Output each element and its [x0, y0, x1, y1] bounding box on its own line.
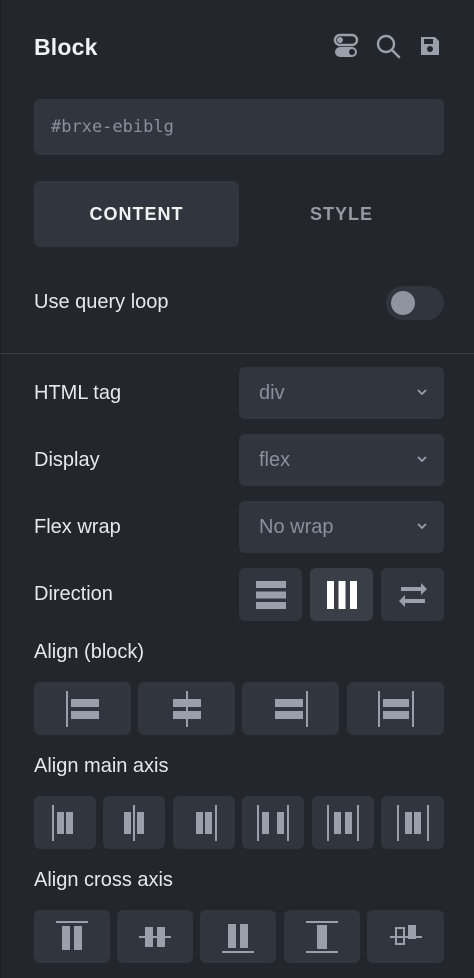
align-block-left-button[interactable] — [34, 682, 131, 735]
block-panel: Block #brxe-ebiblg CONTENT STYLE Use que… — [0, 0, 474, 978]
main-axis-end-button[interactable] — [173, 796, 235, 849]
align-cross-axis-label: Align cross axis — [34, 869, 173, 891]
panel-tabs: CONTENT STYLE — [34, 181, 444, 247]
html-tag-select[interactable]: div — [239, 367, 444, 419]
flex-wrap-value: No wrap — [259, 516, 334, 538]
html-tag-value: div — [259, 382, 285, 404]
space-between-icon — [257, 804, 289, 841]
align-block-stretch-button[interactable] — [347, 682, 444, 735]
cross-axis-end-button[interactable] — [200, 910, 276, 963]
cross-axis-start-button[interactable] — [34, 910, 110, 963]
save-icon[interactable] — [416, 32, 444, 60]
align-stretch-icon — [377, 690, 414, 727]
align-block-center-button[interactable] — [138, 682, 235, 735]
align-left-icon — [65, 690, 99, 727]
direction-row-icon — [326, 580, 357, 609]
chevron-down-icon — [417, 456, 427, 463]
align-items-stretch-icon — [306, 920, 338, 953]
justify-end-icon — [196, 804, 217, 841]
panel-header: Block — [34, 28, 444, 70]
display-select[interactable]: flex — [239, 434, 444, 486]
cross-axis-stretch-button[interactable] — [284, 910, 360, 963]
html-tag-label: HTML tag — [34, 382, 122, 404]
justify-start-icon — [52, 804, 73, 841]
main-axis-space-between-button[interactable] — [242, 796, 304, 849]
query-loop-label: Use query loop — [34, 291, 169, 313]
direction-label: Direction — [34, 583, 113, 605]
space-evenly-icon — [396, 804, 429, 841]
panel-border — [0, 0, 1, 978]
space-around-icon — [327, 804, 359, 841]
search-icon[interactable] — [374, 32, 402, 60]
align-main-axis-label: Align main axis — [34, 755, 169, 777]
align-items-start-icon — [56, 920, 88, 950]
toggle-knob — [391, 291, 415, 315]
align-block-right-button[interactable] — [242, 682, 339, 735]
main-axis-space-around-button[interactable] — [312, 796, 374, 849]
css-id-field[interactable]: #brxe-ebiblg — [34, 99, 444, 155]
direction-row-button[interactable] — [310, 568, 373, 621]
main-axis-center-button[interactable] — [103, 796, 165, 849]
tab-style[interactable]: STYLE — [239, 181, 444, 247]
chevron-down-icon — [417, 523, 427, 530]
align-items-center-icon — [139, 926, 171, 947]
toggle-icon[interactable] — [332, 32, 360, 60]
reverse-icon — [398, 582, 427, 607]
direction-column-icon — [255, 580, 286, 609]
query-loop-toggle[interactable] — [386, 286, 444, 320]
align-block-label: Align (block) — [34, 641, 145, 663]
panel-title: Block — [34, 34, 98, 60]
display-label: Display — [34, 449, 100, 471]
flex-wrap-select[interactable]: No wrap — [239, 501, 444, 553]
display-value: flex — [259, 449, 291, 471]
tab-content[interactable]: CONTENT — [34, 181, 239, 247]
flex-wrap-label: Flex wrap — [34, 516, 121, 538]
align-items-end-icon — [222, 923, 254, 953]
main-axis-space-evenly-button[interactable] — [381, 796, 444, 849]
section-divider — [0, 353, 474, 354]
direction-column-button[interactable] — [239, 568, 302, 621]
align-items-baseline-icon — [389, 924, 422, 945]
chevron-down-icon — [417, 389, 427, 396]
cross-axis-center-button[interactable] — [117, 910, 193, 963]
align-center-icon — [172, 690, 201, 727]
align-right-icon — [274, 690, 308, 727]
cross-axis-baseline-button[interactable] — [367, 910, 444, 963]
main-axis-start-button[interactable] — [34, 796, 96, 849]
justify-center-icon — [124, 804, 144, 841]
header-actions — [332, 32, 444, 60]
direction-reverse-button[interactable] — [381, 568, 444, 621]
